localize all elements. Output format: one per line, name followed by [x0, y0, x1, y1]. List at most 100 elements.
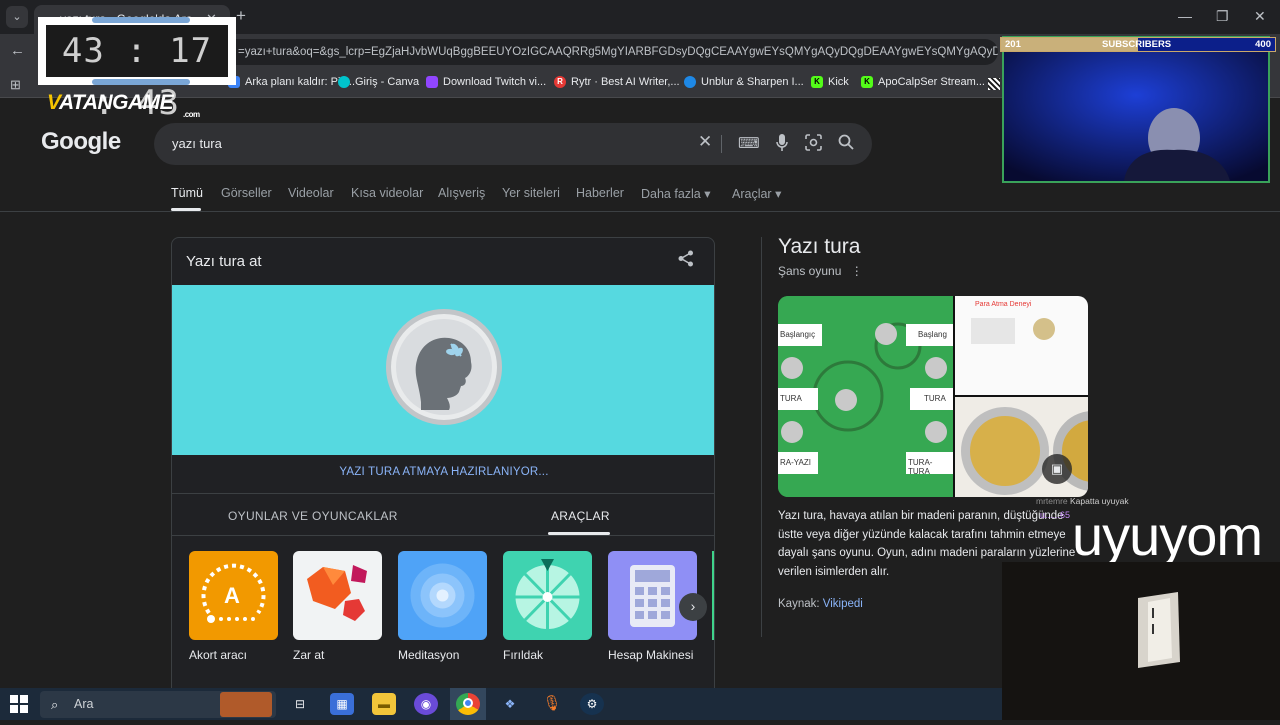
- diagram-image[interactable]: Başlangıç Başlang TURA TURA RA-YAZI TURA…: [778, 296, 953, 497]
- timer-cap: [92, 79, 190, 85]
- tool-meditation[interactable]: Meditasyon: [398, 551, 488, 662]
- kick-icon: K: [861, 76, 873, 88]
- taskbar-search[interactable]: ⌕ Ara: [40, 691, 276, 718]
- image-gallery-icon[interactable]: ▣: [1042, 454, 1072, 484]
- panel-title: Yazı tura: [778, 235, 861, 258]
- experiment-image[interactable]: Para Atma Deneyi: [955, 296, 1088, 395]
- microphone-app-icon[interactable]: 🎙: [540, 693, 564, 715]
- panel-subtitle: Şans oyunu ⋮: [778, 264, 863, 278]
- panel-images[interactable]: Başlangıç Başlang TURA TURA RA-YAZI TURA…: [778, 296, 1088, 497]
- subscriber-goal-bar: 201 SUBSCRIBERS 400: [1000, 37, 1276, 52]
- lens-icon[interactable]: [805, 134, 822, 155]
- chat-user: u......65: [1040, 510, 1071, 520]
- bookmark-item[interactable]: K Kick: [811, 76, 849, 88]
- steam-icon[interactable]: ⚙: [580, 693, 604, 715]
- tool-label: Fırıldak: [503, 648, 544, 662]
- card-divider: [172, 493, 714, 494]
- tab-news[interactable]: Haberler: [576, 186, 624, 200]
- timer-cap: [92, 17, 190, 23]
- next-tool-peek: [712, 551, 714, 640]
- minimize-icon[interactable]: —: [1178, 8, 1192, 24]
- share-icon[interactable]: [678, 250, 694, 272]
- timer-value: 43 : 17 : 43: [46, 25, 228, 123]
- tab-more[interactable]: Daha fazla ▾: [641, 186, 711, 201]
- search-icon[interactable]: [838, 134, 854, 154]
- keyboard-icon[interactable]: ⌨: [738, 134, 760, 152]
- back-arrow-icon[interactable]: ←: [10, 42, 25, 59]
- tab-tools[interactable]: Araçlar ▾: [732, 186, 781, 201]
- bookmark-overflow-icon[interactable]: [988, 78, 1000, 90]
- search-icon: ⌕: [51, 697, 59, 712]
- search-box[interactable]: yazı tura ✕ ⌨: [154, 123, 872, 165]
- chevron-right-icon[interactable]: ›: [679, 593, 707, 621]
- new-tab-button[interactable]: +: [236, 6, 246, 26]
- tab-tools-card[interactable]: ARAÇLAR: [551, 509, 610, 523]
- coin-flip-card: Yazı tura at YAZI TURA ATMAYA HAZIRLANIY…: [171, 237, 715, 697]
- tab-games-and-toys[interactable]: OYUNLAR VE OYUNCAKLAR: [228, 509, 398, 523]
- panel-source: Kaynak: Vikipedi: [778, 598, 863, 610]
- canva-icon: [338, 76, 350, 88]
- table-thumb: [971, 318, 1015, 344]
- header-divider: [0, 211, 1280, 212]
- room-camera-feed: [1002, 562, 1280, 720]
- tab-search-button[interactable]: ⌄: [6, 6, 28, 28]
- bookmark-item[interactable]: R Rytr · Best AI Writer,...: [554, 76, 680, 88]
- windows-taskbar: ⌕ Ara ⊟ ▦ ▬ ◉ ❖ 🎙 ⚙: [0, 688, 1002, 720]
- source-link[interactable]: Vikipedi: [823, 598, 863, 610]
- panel-divider: [761, 237, 762, 637]
- search-highlight-icon: [220, 692, 272, 717]
- search-input[interactable]: yazı tura: [172, 136, 222, 151]
- tool-tuner[interactable]: A Akort aracı: [189, 551, 279, 662]
- maximize-icon[interactable]: ❐: [1216, 8, 1229, 25]
- spinner-icon: [503, 551, 592, 640]
- meditation-icon: [398, 551, 487, 640]
- bookmark-item[interactable]: Arka planı kaldır: Pix...: [228, 76, 355, 88]
- discord-icon[interactable]: ◉: [414, 693, 438, 715]
- tool-label: Akort aracı: [189, 648, 248, 662]
- coin-flip-area[interactable]: [172, 285, 714, 455]
- rytr-icon: R: [554, 76, 566, 88]
- twitch-icon: [426, 76, 438, 88]
- bookmark-item[interactable]: Unblur & Sharpen I...: [684, 76, 804, 88]
- search-divider: [721, 135, 722, 153]
- tool-spinner[interactable]: Fırıldak: [503, 551, 593, 662]
- bookmark-item[interactable]: Giriş - Canva: [338, 76, 419, 88]
- store-icon[interactable]: ▦: [330, 693, 354, 715]
- card-title: Yazı tura at: [186, 253, 262, 270]
- clear-icon[interactable]: ✕: [698, 132, 712, 152]
- task-view-icon[interactable]: ⊟: [288, 693, 312, 715]
- google-logo[interactable]: Google: [41, 128, 121, 156]
- app-icon[interactable]: ❖: [498, 693, 522, 715]
- overlay-caption: uyuyom: [1072, 504, 1263, 567]
- unblur-icon: [684, 76, 696, 88]
- tool-dice[interactable]: Zar at: [293, 551, 383, 662]
- bookmark-item[interactable]: Download Twitch vi...: [426, 76, 546, 88]
- coins-image[interactable]: [955, 397, 1088, 497]
- kick-icon: K: [811, 76, 823, 88]
- tool-label: Meditasyon: [398, 648, 460, 662]
- lira-coin: [961, 407, 1049, 495]
- close-window-icon[interactable]: ✕: [1254, 8, 1266, 25]
- vatangame-logo: VATANGAME .com: [47, 91, 200, 119]
- webcam-feed: [1002, 36, 1270, 183]
- tab-shopping[interactable]: Alışveriş: [438, 186, 485, 200]
- tool-label: Hesap Makinesi: [608, 648, 694, 662]
- card-divider: [172, 535, 714, 536]
- coin-icon[interactable]: [386, 309, 502, 425]
- coin-thumb: [1033, 318, 1055, 340]
- tool-label: Zar at: [293, 648, 325, 662]
- coin-flip-status: YAZI TURA ATMAYA HAZIRLANIYOR...: [339, 466, 549, 478]
- apps-grid-icon[interactable]: ⊞: [10, 77, 21, 93]
- tab-short-videos[interactable]: Kısa videolar: [351, 186, 423, 200]
- chrome-icon[interactable]: [456, 693, 480, 715]
- more-vert-icon[interactable]: ⋮: [851, 264, 863, 278]
- tab-places[interactable]: Yer siteleri: [502, 186, 560, 200]
- windows-start-icon[interactable]: [10, 695, 28, 713]
- file-explorer-icon[interactable]: ▬: [372, 693, 396, 715]
- tab-images[interactable]: Görseller: [221, 186, 272, 200]
- dice-icon: [293, 551, 382, 640]
- microphone-icon[interactable]: [776, 134, 788, 155]
- bookmark-item[interactable]: K ApoCalpSer Stream...: [861, 76, 985, 88]
- tab-all[interactable]: Tümü: [171, 186, 203, 200]
- tab-videos[interactable]: Videolar: [288, 186, 334, 200]
